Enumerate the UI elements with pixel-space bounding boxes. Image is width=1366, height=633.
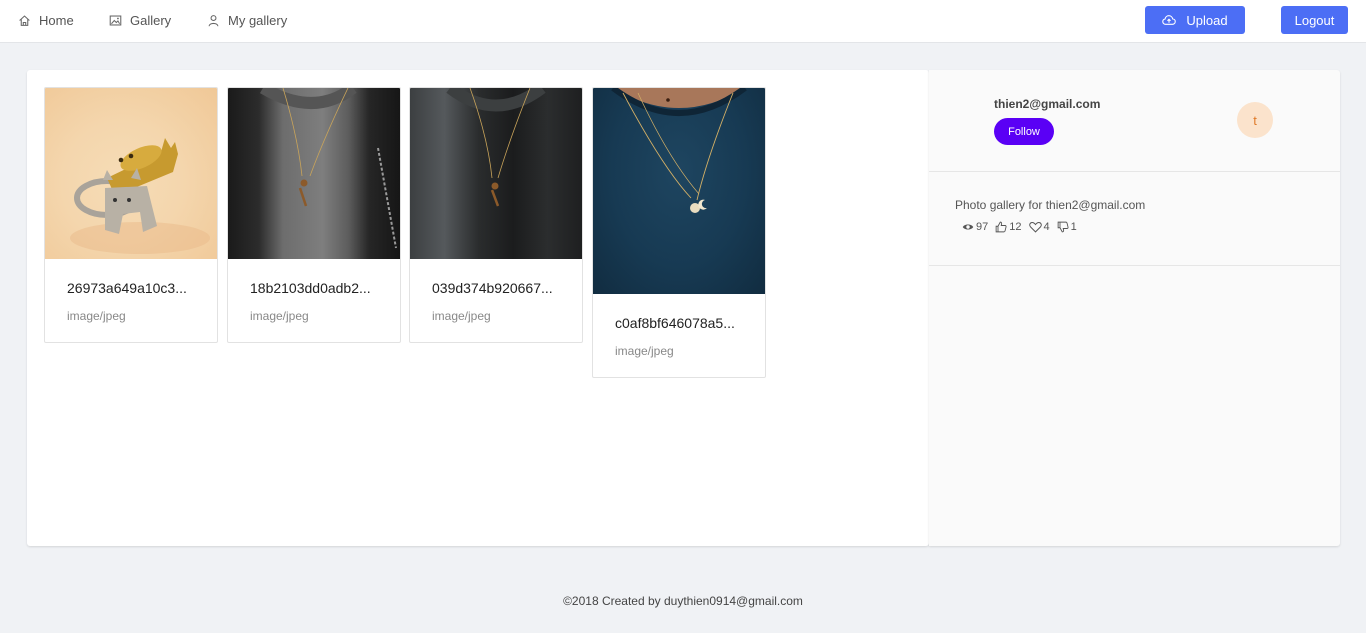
likes-stat[interactable]: 12 <box>995 221 1022 233</box>
top-navbar: Home Gallery My gallery Upload Logout <box>0 0 1366 43</box>
footer-credit: ©2018 Created by duythien0914@gmail.com <box>563 594 803 608</box>
image-card[interactable]: c0af8bf646078a5... image/jpeg <box>592 87 766 378</box>
nav-my-gallery-label: My gallery <box>228 12 288 28</box>
image-type: image/jpeg <box>250 309 309 323</box>
thumbs-down-icon <box>1057 221 1069 233</box>
nav-home-label: Home <box>39 12 74 28</box>
logout-button[interactable]: Logout <box>1281 6 1348 34</box>
views-stat: 97 <box>962 221 988 233</box>
thumbnail-cat-ring <box>45 88 217 259</box>
cloud-upload-icon <box>1162 15 1177 25</box>
views-count: 97 <box>976 221 989 233</box>
hearts-stat[interactable]: 4 <box>1028 221 1050 233</box>
upload-button-label: Upload <box>1186 12 1228 28</box>
likes-count: 12 <box>1009 221 1022 233</box>
dislikes-count: 1 <box>1070 221 1077 233</box>
hearts-count: 4 <box>1043 221 1050 233</box>
home-icon <box>19 14 30 26</box>
image-type: image/jpeg <box>67 309 126 323</box>
heart-icon <box>1028 222 1042 233</box>
image-card[interactable]: 039d374b920667... image/jpeg <box>409 87 583 343</box>
eye-icon <box>962 224 974 230</box>
avatar-letter: t <box>1253 112 1257 128</box>
upload-button[interactable]: Upload <box>1145 6 1245 34</box>
logout-button-label: Logout <box>1294 12 1335 28</box>
thumbnail-necklace-navy-sweater <box>593 88 765 294</box>
image-card[interactable]: 18b2103dd0adb2... image/jpeg <box>227 87 401 343</box>
follow-button[interactable]: Follow <box>994 118 1054 145</box>
profile-username: thien2@gmail.com <box>994 97 1101 111</box>
image-type: image/jpeg <box>615 344 674 358</box>
image-title: c0af8bf646078a5... <box>615 315 735 331</box>
image-card[interactable]: 26973a649a10c3... image/jpeg <box>44 87 218 343</box>
gallery-description: Photo gallery for thien2@gmail.com <box>955 198 1146 212</box>
image-title: 039d374b920667... <box>432 280 553 296</box>
gallery-panel: 26973a649a10c3... image/jpeg 18b2103dd0a… <box>27 70 929 546</box>
thumbnail-necklace-leather-jacket <box>228 88 400 259</box>
image-title: 26973a649a10c3... <box>67 280 187 296</box>
nav-my-gallery[interactable]: My gallery <box>207 0 287 40</box>
image-title: 18b2103dd0adb2... <box>250 280 371 296</box>
nav-gallery[interactable]: Gallery <box>109 0 171 40</box>
nav-home[interactable]: Home <box>18 0 74 40</box>
gallery-stats: 97 12 4 1 <box>962 221 1084 233</box>
profile-header: thien2@gmail.com Follow t <box>929 70 1340 172</box>
follow-button-label: Follow <box>1008 125 1040 138</box>
image-icon <box>109 15 122 25</box>
thumbnail-necklace-grey-coat <box>410 88 582 259</box>
image-type: image/jpeg <box>432 309 491 323</box>
user-icon <box>208 14 219 26</box>
dislikes-stat[interactable]: 1 <box>1057 221 1077 233</box>
profile-description: Photo gallery for thien2@gmail.com 97 12 <box>929 172 1340 266</box>
avatar[interactable]: t <box>1237 102 1273 138</box>
profile-sidebar: thien2@gmail.com Follow t Photo gallery … <box>929 70 1340 546</box>
thumbs-up-icon <box>995 221 1007 233</box>
nav-gallery-label: Gallery <box>130 12 172 28</box>
